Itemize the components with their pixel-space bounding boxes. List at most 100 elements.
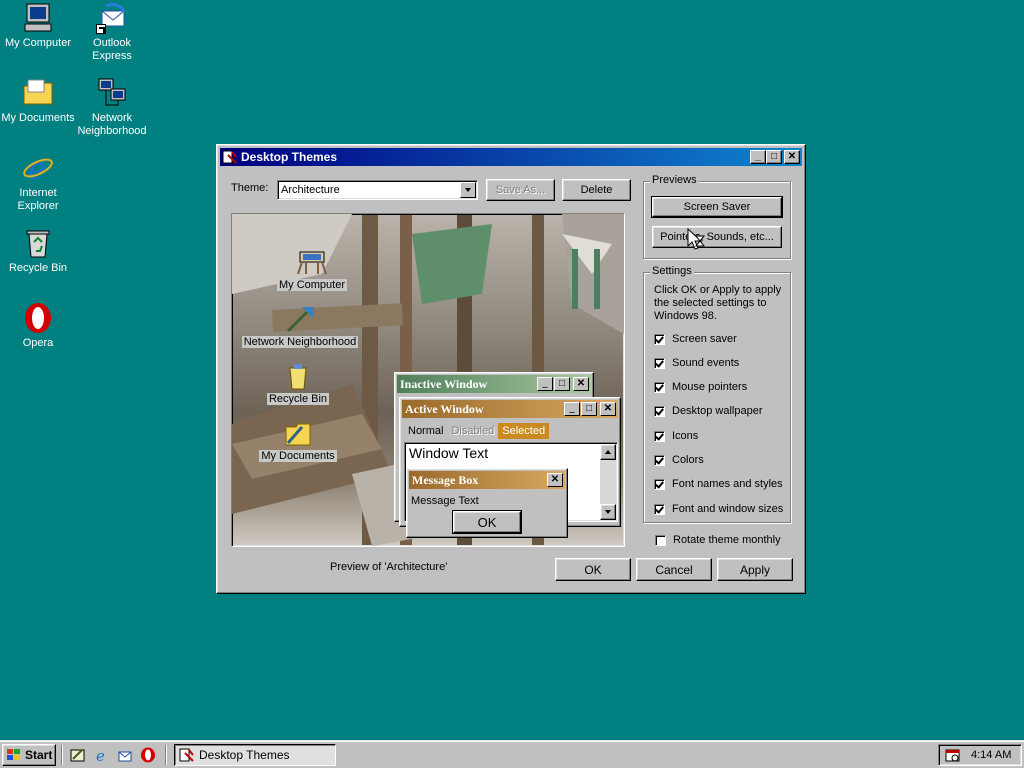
checkbox-icon[interactable] (655, 534, 666, 546)
dialog-title: Desktop Themes (241, 150, 338, 164)
mouse-pointer-icon (687, 228, 706, 250)
checkbox-icon[interactable] (654, 381, 665, 393)
close-icon: ✕ (600, 402, 616, 416)
checkbox-colors[interactable]: Colors (654, 452, 704, 468)
desktop-icon-outlook-express[interactable]: Outlook Express (74, 2, 150, 63)
preview-inactive-titlebar: Inactive Window _ □ ✕ (397, 375, 591, 393)
desktop-icon-label: Network (91, 112, 133, 124)
theme-dropdown-value: Architecture (281, 184, 340, 196)
save-as-button[interactable]: Save As... (486, 179, 555, 201)
preview-caption: Preview of 'Architecture' (330, 561, 448, 573)
desktop-icon-label: Outlook (93, 37, 131, 49)
computer-icon (22, 2, 54, 34)
folder-icon (285, 423, 311, 446)
computer-icon (297, 251, 327, 275)
checkbox-rotate-theme[interactable]: Rotate theme monthly (655, 532, 781, 548)
windows-logo-icon (7, 749, 20, 760)
minimize-icon: _ (564, 402, 580, 416)
menu-normal: Normal (408, 425, 444, 437)
checkbox-icons[interactable]: Icons (654, 428, 698, 444)
delete-button[interactable]: Delete (562, 179, 631, 201)
cancel-button[interactable]: Cancel (636, 558, 712, 581)
desktop-themes-app-icon (222, 149, 238, 165)
ok-button[interactable]: OK (555, 558, 631, 581)
opera-icon[interactable] (140, 747, 156, 763)
taskbar-separator (165, 745, 167, 765)
recycle-bin-icon (22, 227, 54, 259)
desktop-icon-my-documents[interactable]: My Documents (0, 77, 76, 125)
close-button[interactable]: ✕ (784, 150, 800, 164)
internet-explorer-icon[interactable]: e (94, 747, 110, 763)
maximize-button[interactable]: □ (766, 150, 782, 164)
checkbox-icon[interactable] (654, 405, 665, 417)
theme-label: Theme: (231, 182, 269, 194)
checkbox-sound-events[interactable]: Sound events (654, 355, 739, 371)
preview-scrollbar (600, 444, 616, 520)
desktop-icon-internet-explorer[interactable]: e Internet Explorer (0, 152, 76, 213)
preview-menubar: Normal Disabled Selected (404, 422, 550, 440)
previews-group: Previews Screen Saver Pointers, Sounds, … (643, 174, 791, 259)
minimize-button[interactable]: _ (750, 150, 766, 164)
show-desktop-icon[interactable] (70, 747, 86, 763)
close-icon: ✕ (573, 377, 589, 391)
menu-disabled: Disabled (451, 425, 495, 437)
checkbox-icon[interactable] (654, 503, 665, 515)
checkbox-icon[interactable] (654, 357, 665, 369)
preview-icon-my-computer: My Computer (272, 250, 352, 291)
preview-icon-my-documents: My Documents (258, 419, 338, 462)
desktop-icon-label: Opera (22, 337, 54, 349)
preview-message-box: Message Box ✕ Message Text OK (406, 468, 568, 538)
chevron-down-icon[interactable] (460, 182, 476, 198)
scroll-down-icon (600, 504, 616, 520)
desktop-icon-my-computer[interactable]: My Computer (0, 2, 76, 50)
desktop-icon-opera[interactable]: Opera (0, 302, 76, 350)
apply-button[interactable]: Apply (717, 558, 793, 581)
checkbox-mouse-pointers[interactable]: Mouse pointers (654, 379, 747, 395)
recycle-bin-icon (289, 364, 307, 390)
scheduler-icon[interactable] (945, 747, 961, 763)
theme-dropdown[interactable]: Architecture (277, 180, 478, 200)
network-icon (96, 77, 128, 109)
opera-icon (22, 302, 54, 334)
theme-preview: My Computer Network Neighborhood Recycle… (231, 213, 625, 547)
dialog-titlebar[interactable]: Desktop Themes _ □ ✕ (220, 148, 802, 166)
checkbox-icon[interactable] (654, 430, 665, 442)
pointers-sounds-button[interactable]: Pointers, Sounds, etc... (652, 226, 782, 248)
checkbox-icon[interactable] (654, 333, 665, 345)
preview-msgbox-titlebar: Message Box ✕ (409, 471, 565, 489)
desktop-icon-label: Explorer (17, 200, 59, 212)
previews-group-title: Previews (650, 174, 699, 186)
checkbox-icon[interactable] (654, 478, 665, 490)
menu-selected: Selected (498, 423, 550, 439)
checkbox-font-names-styles[interactable]: Font names and styles (654, 476, 783, 492)
preview-icon-network-neighborhood: Network Neighborhood (240, 305, 360, 348)
desktop-icon-label: Neighborhood (77, 125, 147, 137)
preview-active-titlebar: Active Window _ □ ✕ (402, 400, 618, 418)
preview-msgbox-text: Message Text (411, 495, 479, 507)
preview-icon-recycle-bin: Recycle Bin (258, 362, 338, 405)
start-button[interactable]: Start (2, 744, 56, 766)
taskbar-task-desktop-themes[interactable]: Desktop Themes (174, 744, 336, 766)
checkbox-icon[interactable] (654, 454, 665, 466)
taskbar: Start e Desktop Themes 4:14 AM (0, 740, 1024, 768)
screen-saver-button[interactable]: Screen Saver (651, 196, 783, 218)
clock[interactable]: 4:14 AM (971, 749, 1011, 761)
checkbox-font-window-sizes[interactable]: Font and window sizes (654, 501, 783, 517)
taskbar-separator (61, 745, 63, 765)
desktop-icon-network-neighborhood[interactable]: Network Neighborhood (74, 77, 150, 138)
minimize-icon: _ (537, 377, 553, 391)
settings-group-title: Settings (650, 265, 694, 277)
desktop-icon-label: My Computer (4, 37, 72, 49)
outlook-express-icon (96, 2, 128, 34)
system-tray: 4:14 AM (938, 744, 1022, 766)
checkbox-screen-saver[interactable]: Screen saver (654, 331, 737, 347)
outlook-express-icon[interactable] (117, 747, 133, 763)
settings-description: Click OK or Apply to apply the selected … (654, 284, 782, 322)
desktop-icon-label: Express (92, 50, 132, 62)
desktop-icon-label: Recycle Bin (8, 262, 68, 274)
folder-icon (22, 77, 54, 109)
preview-ok-button: OK (452, 510, 522, 534)
checkbox-desktop-wallpaper[interactable]: Desktop wallpaper (654, 403, 763, 419)
settings-group: Settings Click OK or Apply to apply the … (643, 265, 791, 523)
desktop-icon-recycle-bin[interactable]: Recycle Bin (0, 227, 76, 275)
